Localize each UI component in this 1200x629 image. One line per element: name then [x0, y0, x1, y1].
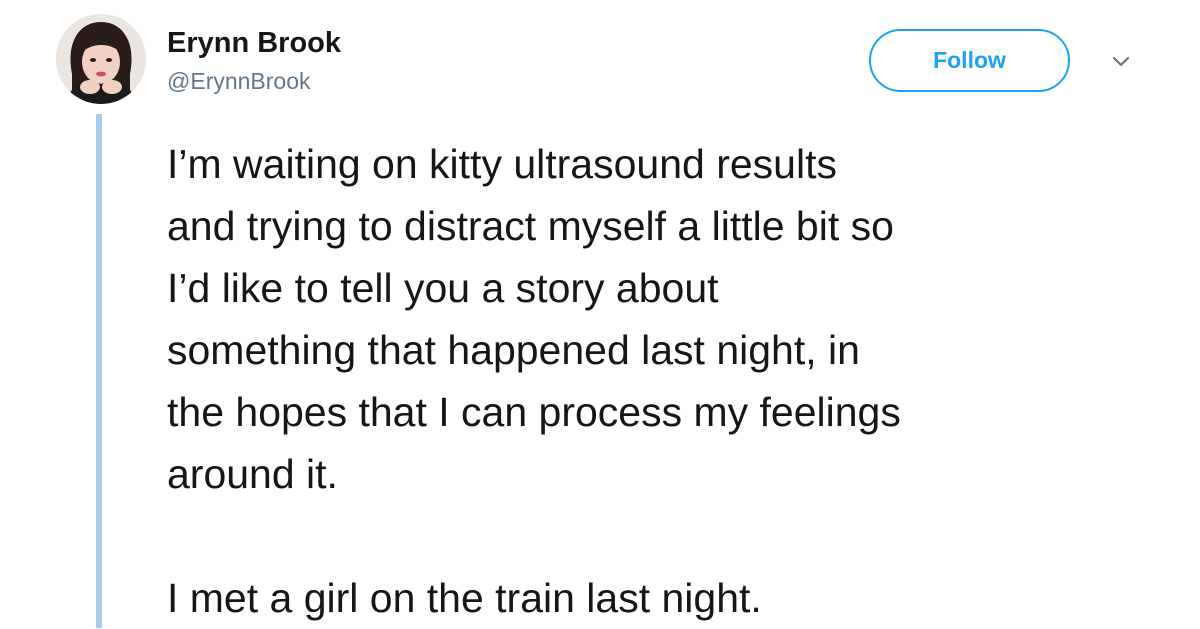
thread-line [96, 114, 102, 628]
tweet-paragraph-1: I’m waiting on kitty ultrasound results … [167, 141, 901, 497]
handle[interactable]: @ErynnBrook [167, 66, 341, 96]
tweet-paragraph-2: I met a girl on the train last night. [167, 575, 762, 621]
chevron-down-icon[interactable] [1111, 55, 1131, 69]
tweet-text: I’m waiting on kitty ultrasound results … [167, 133, 1177, 629]
avatar[interactable] [56, 14, 146, 104]
author-info[interactable]: Erynn Brook @ErynnBrook [167, 26, 341, 96]
avatar-image [56, 14, 146, 104]
display-name[interactable]: Erynn Brook [167, 26, 341, 60]
tweet-card: Erynn Brook @ErynnBrook Follow I’m waiti… [0, 0, 1200, 628]
follow-button[interactable]: Follow [869, 29, 1070, 92]
